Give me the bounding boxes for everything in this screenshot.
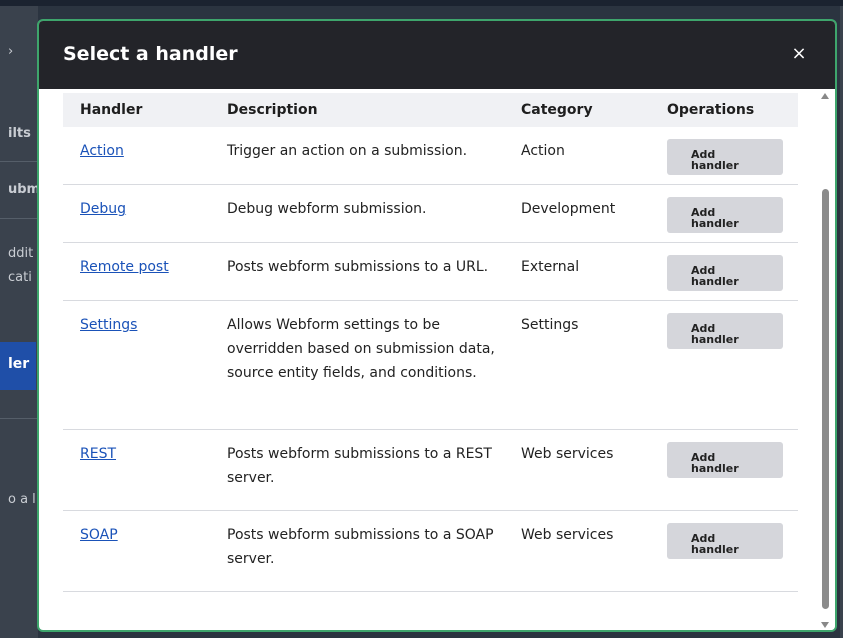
background-tab-label: ler	[8, 356, 30, 372]
handler-table: Handler Description Category Operations …	[63, 93, 798, 592]
handler-link-soap[interactable]: SOAP	[80, 523, 118, 547]
table-header: Handler Description Category Operations	[63, 93, 798, 127]
add-handler-button[interactable]: Add handler	[667, 523, 783, 559]
add-handler-label-line2: handler	[691, 333, 739, 346]
background-text: cati	[8, 270, 32, 285]
handler-description: Posts webform submissions to a REST serv…	[227, 446, 492, 486]
table-row: Action Trigger an action on a submission…	[63, 127, 798, 185]
add-handler-label-line2: handler	[691, 275, 739, 288]
background-topbar	[0, 0, 843, 6]
handler-category: Web services	[521, 446, 614, 462]
column-header-category: Category	[521, 102, 593, 118]
add-handler-button[interactable]: Add handler	[667, 313, 783, 349]
background-text: ilts	[8, 126, 31, 141]
column-header-handler: Handler	[80, 102, 143, 118]
column-header-description: Description	[227, 102, 318, 118]
handler-description: Posts webform submissions to a URL.	[227, 259, 489, 275]
scrollbar-thumb[interactable]	[822, 189, 829, 609]
handler-description: Debug webform submission.	[227, 201, 427, 217]
table-row: Settings Allows Webform settings to be o…	[63, 301, 798, 430]
dialog-title: Select a handler	[63, 43, 238, 65]
scroll-up-arrow-icon[interactable]	[821, 93, 829, 99]
table-row: Remote post Posts webform submissions to…	[63, 243, 798, 301]
background-text: ddit	[8, 246, 34, 261]
background-text: o a l	[8, 492, 36, 507]
background-left-panel: › ilts ubm ddit cati ler o a l	[0, 6, 41, 638]
add-handler-label-line2: handler	[691, 543, 739, 556]
handler-category: Web services	[521, 527, 614, 543]
handler-link-action[interactable]: Action	[80, 139, 124, 163]
table-row: Debug Debug webform submission. Developm…	[63, 185, 798, 243]
scroll-down-arrow-icon[interactable]	[821, 622, 829, 628]
add-handler-button[interactable]: Add handler	[667, 442, 783, 478]
table-row: REST Posts webform submissions to a REST…	[63, 430, 798, 511]
background-active-tab: ler	[0, 342, 36, 390]
handler-category: Action	[521, 143, 565, 159]
handler-description: Posts webform submissions to a SOAP serv…	[227, 527, 494, 567]
background-text: ubm	[8, 182, 41, 197]
select-handler-dialog: Select a handler × Handler Description C…	[37, 19, 837, 632]
add-handler-label-line2: handler	[691, 217, 739, 230]
background-divider	[0, 161, 38, 162]
dialog-header: Select a handler ×	[39, 21, 835, 89]
table-row: SOAP Posts webform submissions to a SOAP…	[63, 511, 798, 592]
close-button[interactable]: ×	[789, 43, 809, 65]
handler-link-settings[interactable]: Settings	[80, 313, 137, 337]
vertical-scrollbar[interactable]	[817, 89, 835, 630]
handler-link-debug[interactable]: Debug	[80, 197, 126, 221]
column-header-operations: Operations	[667, 102, 755, 118]
handler-category: Settings	[521, 317, 579, 333]
add-handler-button[interactable]: Add handler	[667, 139, 783, 175]
handler-link-remote-post[interactable]: Remote post	[80, 255, 169, 279]
handler-link-rest[interactable]: REST	[80, 442, 116, 466]
handler-description: Allows Webform settings to be overridden…	[227, 317, 495, 381]
add-handler-label-line2: handler	[691, 462, 739, 475]
background-divider	[0, 418, 38, 419]
add-handler-label-line2: handler	[691, 159, 739, 172]
add-handler-button[interactable]: Add handler	[667, 255, 783, 291]
background-chevron: ›	[8, 44, 14, 59]
background-divider	[0, 218, 38, 219]
handler-category: External	[521, 259, 580, 275]
handler-description: Trigger an action on a submission.	[227, 143, 468, 159]
dialog-body: Handler Description Category Operations …	[39, 89, 821, 630]
add-handler-button[interactable]: Add handler	[667, 197, 783, 233]
handler-category: Development	[521, 201, 616, 217]
